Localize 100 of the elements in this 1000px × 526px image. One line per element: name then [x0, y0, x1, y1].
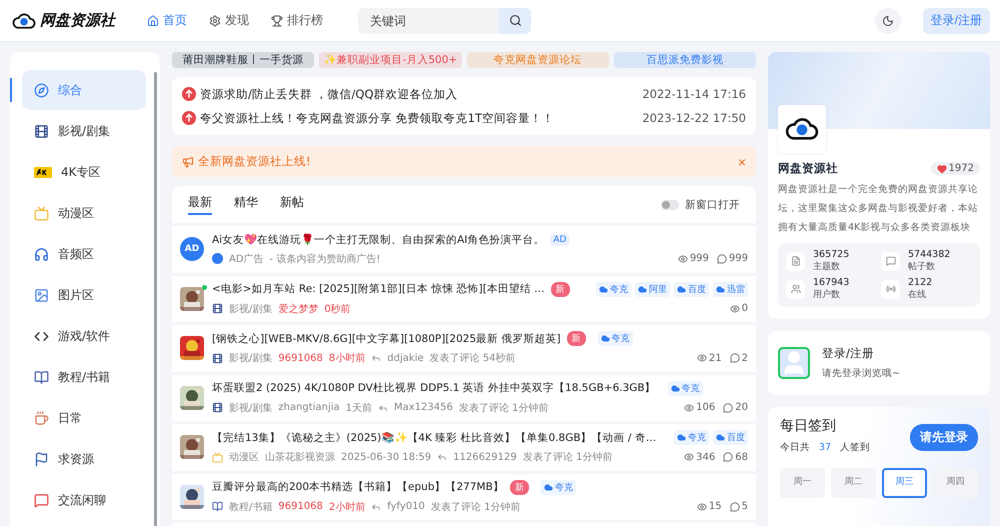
author-name[interactable]: 爱之梦梦	[278, 302, 318, 316]
comment-icon	[723, 402, 734, 413]
post-time: 2小时前	[328, 500, 366, 514]
image-icon	[34, 288, 49, 302]
site-logo[interactable]: 网盘资源社	[40, 11, 115, 30]
post-row[interactable]: 【完结13集】《诡秘之主》(2025)📚✨【4K 臻彩 杜比音效】【单集0.8GB】【动画 / 奇… 夸克 百度 动漫区 山茶花影视资源 2025-06-30 18:59 1126629129 发表了评论 1分钟前 346 68	[172, 424, 756, 474]
sidebar-item[interactable]: 4K专区	[22, 152, 146, 192]
message-icon	[886, 256, 896, 266]
post-title[interactable]: 豆瓣评分最高的200本书精选【书籍】【epub】【277MB】	[212, 480, 504, 494]
comment-count: 999	[716, 253, 748, 264]
day-tab[interactable]: 周三	[882, 468, 927, 498]
megaphone-icon	[182, 156, 194, 168]
sidebar-item[interactable]: 影视/剧集	[22, 111, 146, 151]
category-label[interactable]: 动漫区	[229, 450, 259, 464]
site-name: 网盘资源社	[778, 161, 838, 176]
search-icon	[508, 14, 522, 27]
promo-link[interactable]: 莆田潮牌鞋服丨一手货源	[172, 52, 314, 68]
post-title[interactable]: Ai女友💖在线游玩🌹一个主打无限制、自由探索的AI角色扮演平台。	[212, 232, 544, 247]
post-row[interactable]: 豆瓣评分最高的200本书精选【书籍】【epub】【277MB】 新 夸克 教程/书籍 9691068 2小时前 fyfy010 发表了评论 1分钟前 15 5	[172, 474, 756, 523]
sidebar-item[interactable]: 游戏/软件	[22, 316, 146, 356]
post-title[interactable]: 【完结13集】《诡秘之主》(2025)📚✨【4K 臻彩 杜比音效】【单集0.8GB】【动画 / 奇…	[212, 430, 656, 445]
search-field[interactable]: 关键词	[358, 8, 499, 34]
notice-text: 全新网盘资源社上线!	[198, 154, 312, 169]
ad-avatar: AD	[180, 237, 204, 262]
sidebar-item[interactable]: 音频区	[22, 234, 146, 274]
login-title[interactable]: 登录/注册	[822, 346, 900, 361]
stat-value: 365725	[813, 249, 850, 260]
sidebar-item[interactable]: 求资源	[22, 439, 146, 479]
gear-icon	[209, 14, 221, 26]
post-title[interactable]: [钢铁之心][WEB-MKV/8.6G][中文字幕][1080P][2025最新 俄罗斯超英]	[212, 332, 561, 346]
view-count: 999	[678, 253, 709, 264]
chat-icon	[34, 492, 49, 508]
post-time: 0秒前	[324, 302, 351, 316]
category-label[interactable]: AD广告	[229, 252, 264, 266]
theme-toggle-button[interactable]	[874, 8, 901, 34]
comment-icon	[730, 502, 740, 512]
feed-tab[interactable]: 精华	[234, 194, 258, 215]
comment-icon	[716, 254, 727, 264]
replier-name[interactable]: fyfy010	[387, 501, 425, 512]
film-reel-icon	[212, 352, 223, 364]
replier-name[interactable]: 1126629129	[453, 452, 517, 463]
reply-info: 发表了评论 1分钟前	[430, 500, 520, 514]
post-row[interactable]: [钢铁之心][WEB-MKV/8.6G][中文字幕][1080P][2025最新 俄罗斯超英] 新 夸克 影视/剧集 9691068 8小时前 ddjakie 发表了评论 54秒前 21 2	[172, 325, 756, 374]
like-count[interactable]: 1972	[930, 162, 980, 175]
feed-tab[interactable]: 新帖	[280, 194, 304, 215]
checkin-button[interactable]: 请先登录	[910, 424, 978, 451]
cloud-logo-icon	[12, 12, 36, 30]
search-button[interactable]	[499, 8, 531, 34]
tv-icon	[212, 452, 223, 463]
announcement-title[interactable]: 资源求助/防止丢失群 ，微信/QQ群欢迎各位加入	[200, 86, 638, 102]
new-badge: 新	[550, 282, 570, 297]
post-row[interactable]: AD Ai女友💖在线游玩🌹一个主打无限制、自由探索的AI角色扮演平台。 AD AD广告 - 该条内容为赞助商广告! 999 999	[172, 226, 756, 276]
scrollbar[interactable]	[154, 72, 157, 526]
sidebar-item[interactable]: 动漫区	[22, 193, 146, 233]
sidebar-item[interactable]: 交流闲聊	[22, 480, 146, 520]
author-name[interactable]: 山茶花影视资源	[265, 450, 335, 464]
category-label[interactable]: 影视/剧集	[229, 400, 272, 415]
post-title[interactable]: 坏蛋联盟2 (2025) 4K/1080P DV杜比视界 DDP5.1 英语 外挂中英双字【18.5GB+6.3GB】	[212, 381, 656, 396]
reply-icon	[437, 452, 448, 462]
post-row[interactable]: 坏蛋联盟2 (2025) 4K/1080P DV杜比视界 DDP5.1 英语 外挂中英双字【18.5GB+6.3GB】 夸克 影视/剧集 zhangtianjia 1天前 Max123456 发表了评论 1分钟前 106 20	[172, 374, 756, 424]
author-name[interactable]: 9691068	[278, 501, 323, 512]
author-name[interactable]: 9691068	[278, 352, 323, 364]
post-row[interactable]: <电影>如月车站 Re: [2025][附第1部][日本 惊悚 恐怖][本田望结 … 新 夸克 阿里 百度 迅雷 影视/剧集 爱之梦梦 0秒前 0	[172, 276, 756, 325]
sidebar-item[interactable]: 教程/书籍	[22, 357, 146, 397]
checkin-prefix: 今日共	[780, 441, 810, 454]
author-name[interactable]: zhangtianjia	[278, 402, 340, 414]
view-count: 21	[696, 352, 722, 364]
eye-icon	[696, 353, 707, 364]
signal-icon	[886, 284, 896, 294]
trophy-icon	[271, 14, 283, 26]
day-tab[interactable]: 周二	[831, 468, 876, 498]
announcement-title[interactable]: 夸父资源社上线！夸克网盘资源分享 免费领取夸克1T空间容量！！	[200, 110, 638, 126]
nav-link[interactable]: 首页	[147, 12, 187, 29]
replier-name[interactable]: Max123456	[394, 402, 453, 414]
view-count: 15	[696, 501, 722, 512]
day-tab[interactable]: 周一	[780, 468, 825, 498]
sidebar-item[interactable]: 综合	[22, 70, 146, 110]
cloud-icon	[638, 284, 647, 294]
post-title[interactable]: <电影>如月车站 Re: [2025][附第1部][日本 惊悚 恐怖][本田望结 …	[212, 282, 545, 296]
nav-link[interactable]: 排行榜	[271, 12, 323, 29]
day-tab[interactable]: 周四	[933, 468, 978, 498]
category-label[interactable]: 影视/剧集	[229, 302, 272, 316]
replier-name[interactable]: ddjakie	[387, 352, 424, 364]
cloud-tag: 夸克	[598, 331, 633, 346]
cloud-logo-icon	[785, 116, 819, 142]
author-name[interactable]: - 该条内容为赞助商广告!	[270, 252, 380, 266]
category-label[interactable]: 教程/书籍	[229, 500, 272, 514]
sidebar-item[interactable]: 图片区	[22, 275, 146, 315]
coffee-icon	[34, 410, 49, 426]
cloud-icon	[600, 334, 610, 344]
sidebar-item[interactable]: 日常	[22, 398, 146, 438]
tv-icon	[34, 206, 49, 220]
view-count: 0	[730, 303, 748, 314]
new-badge: 新	[510, 480, 529, 495]
ad-badge: AD	[550, 234, 570, 246]
home-icon	[147, 14, 159, 26]
nav-link[interactable]: 发现	[209, 12, 249, 29]
feed-tab[interactable]: 最新	[188, 194, 212, 215]
category-label[interactable]: 影视/剧集	[229, 351, 272, 366]
new-window-toggle[interactable]	[661, 200, 679, 210]
